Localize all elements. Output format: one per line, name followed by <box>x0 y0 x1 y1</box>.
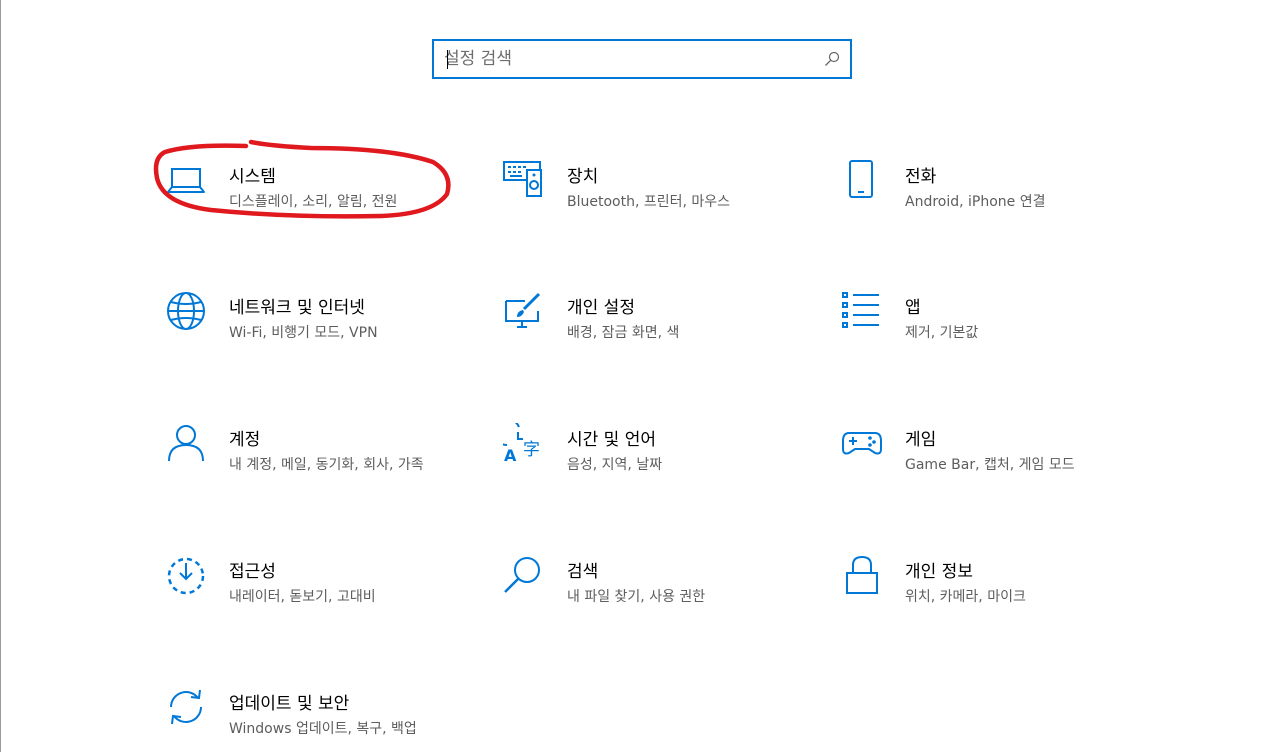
tile-description: 음성, 지역, 날짜 <box>567 457 663 473</box>
tile-description: 디스플레이, 소리, 알림, 전원 <box>229 194 398 210</box>
tile-description: 내레이터, 돋보기, 고대비 <box>229 589 376 605</box>
tile-description: 위치, 카메라, 마이크 <box>905 589 1026 605</box>
settings-home: 시스템 디스플레이, 소리, 알림, 전원 장치 Bluetooth, 프린터,… <box>0 0 1276 752</box>
tile-title: 네트워크 및 인터넷 <box>229 298 365 318</box>
tile-devices[interactable]: 장치 Bluetooth, 프린터, 마우스 <box>503 160 803 240</box>
gamepad-icon <box>841 423 883 465</box>
search-icon <box>503 555 545 597</box>
time-language-icon: A 字 <box>503 423 545 465</box>
magnifier-icon[interactable] <box>824 51 840 67</box>
sync-icon <box>165 687 207 729</box>
tile-description: 내 파일 찾기, 사용 권한 <box>567 589 706 605</box>
svg-text:A: A <box>504 446 517 465</box>
tile-description: Bluetooth, 프린터, 마우스 <box>567 194 731 210</box>
tile-title: 개인 정보 <box>905 562 973 582</box>
tile-title: 접근성 <box>229 562 276 582</box>
text-caret <box>447 50 448 69</box>
tile-title: 앱 <box>905 298 921 318</box>
tile-title: 장치 <box>567 167 599 187</box>
paint-brush-icon <box>503 291 545 333</box>
tile-description: Wi-Fi, 비행기 모드, VPN <box>229 325 378 341</box>
tile-description: Windows 업데이트, 복구, 백업 <box>229 721 417 737</box>
tile-apps[interactable]: 앱 제거, 기본값 <box>841 291 1141 371</box>
apps-list-icon <box>841 291 883 333</box>
tile-title: 전화 <box>905 167 937 187</box>
tile-title: 개인 설정 <box>567 298 635 318</box>
tile-title: 시간 및 언어 <box>567 430 657 450</box>
tile-privacy[interactable]: 개인 정보 위치, 카메라, 마이크 <box>841 555 1141 635</box>
tile-ease-of-access[interactable]: 접근성 내레이터, 돋보기, 고대비 <box>165 555 465 635</box>
tile-title: 시스템 <box>229 167 276 187</box>
devices-icon <box>503 160 545 202</box>
ease-of-access-icon <box>165 555 207 597</box>
tile-description: Game Bar, 캡처, 게임 모드 <box>905 457 1075 473</box>
laptop-icon <box>165 160 207 202</box>
search-box[interactable] <box>432 39 852 79</box>
tile-update-security[interactable]: 업데이트 및 보안 Windows 업데이트, 복구, 백업 <box>165 687 465 752</box>
person-icon <box>165 423 207 465</box>
tile-network-internet[interactable]: 네트워크 및 인터넷 Wi-Fi, 비행기 모드, VPN <box>165 291 465 371</box>
tile-description: 내 계정, 메일, 동기화, 회사, 가족 <box>229 457 424 473</box>
search-input[interactable] <box>444 41 814 77</box>
tile-personalization[interactable]: 개인 설정 배경, 잠금 화면, 색 <box>503 291 803 371</box>
tile-description: Android, iPhone 연결 <box>905 194 1046 210</box>
tile-title: 검색 <box>567 562 599 582</box>
tile-description: 제거, 기본값 <box>905 325 979 341</box>
lock-icon <box>841 555 883 597</box>
tile-time-language[interactable]: A 字 시간 및 언어 음성, 지역, 날짜 <box>503 423 803 503</box>
tile-description: 배경, 잠금 화면, 색 <box>567 325 680 341</box>
tile-gaming[interactable]: 게임 Game Bar, 캡처, 게임 모드 <box>841 423 1141 503</box>
svg-text:字: 字 <box>523 440 540 460</box>
tile-title: 계정 <box>229 430 261 450</box>
tile-accounts[interactable]: 계정 내 계정, 메일, 동기화, 회사, 가족 <box>165 423 465 503</box>
tile-phone[interactable]: 전화 Android, iPhone 연결 <box>841 160 1141 240</box>
phone-icon <box>841 160 883 202</box>
tile-title: 업데이트 및 보안 <box>229 694 350 714</box>
globe-icon <box>165 291 207 333</box>
tile-title: 게임 <box>905 430 937 450</box>
tile-search[interactable]: 검색 내 파일 찾기, 사용 권한 <box>503 555 803 635</box>
tile-system[interactable]: 시스템 디스플레이, 소리, 알림, 전원 <box>165 160 465 240</box>
